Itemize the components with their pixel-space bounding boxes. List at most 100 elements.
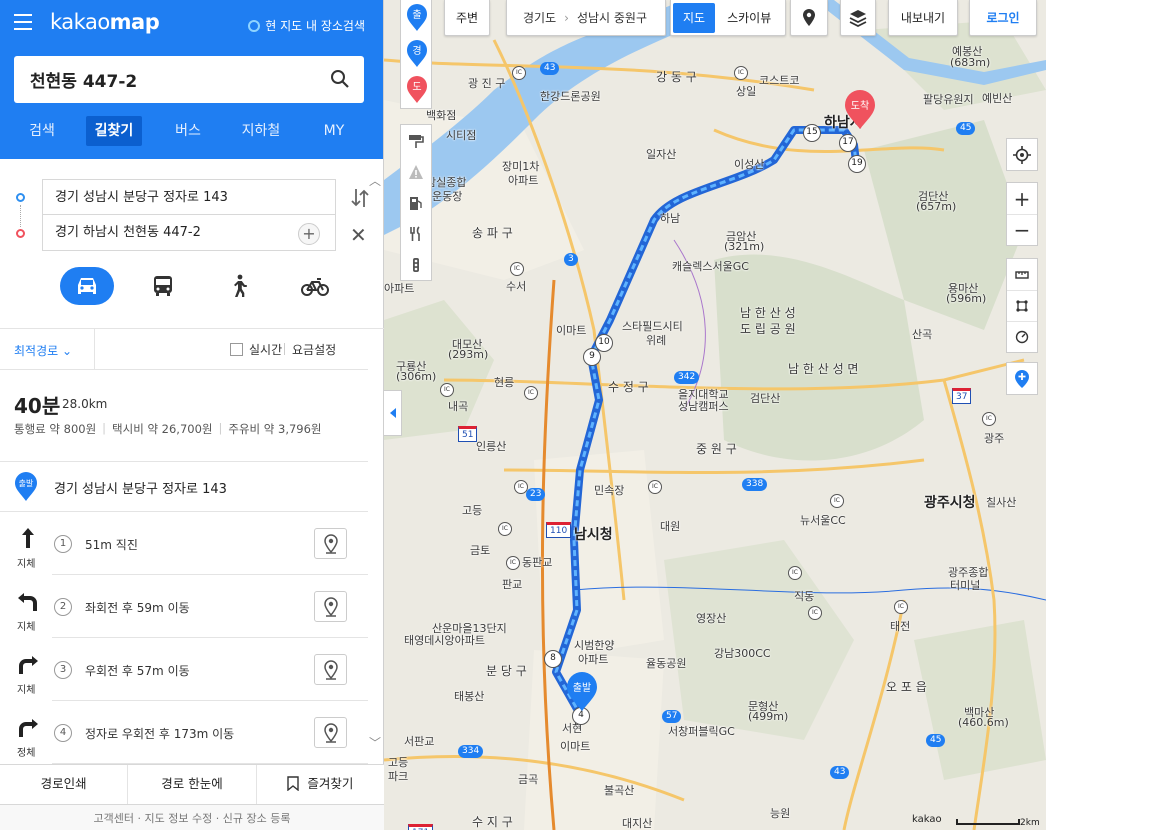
map-place-label[interactable]: 팔당유원지 <box>923 91 974 107</box>
map-place-label[interactable]: (306m) <box>396 370 436 383</box>
map-place-label[interactable]: 동판교 <box>522 554 552 570</box>
map-place-label[interactable]: 이성산 <box>734 156 764 172</box>
map-place-label[interactable]: 영장산 <box>696 610 726 626</box>
app-logo[interactable]: kakaomap <box>50 10 160 34</box>
zoom-in-button[interactable]: + <box>1007 183 1037 214</box>
map-place-label[interactable]: 상일 <box>736 83 756 99</box>
map-place-label[interactable]: 현릉 <box>494 374 514 390</box>
map-view-button[interactable]: 지도 <box>673 2 716 33</box>
skyview-button[interactable]: 스카이뷰 <box>717 1 781 35</box>
map-place-label[interactable]: 산곡 <box>912 326 932 342</box>
scroll-down-icon[interactable]: ﹀ <box>369 734 381 751</box>
map-place-label[interactable]: 이마트 <box>560 738 590 754</box>
via-pin-button[interactable]: 경 <box>401 36 433 72</box>
roadview-toggle[interactable] <box>790 0 828 36</box>
map-place-label[interactable]: 남 한 산 성 <box>740 304 796 321</box>
route-overview-button[interactable]: 경로 한눈에 <box>128 765 257 804</box>
map-place-label[interactable]: 시티점 <box>446 127 476 143</box>
map-place-label[interactable]: 내곡 <box>448 398 468 414</box>
ruler-button[interactable] <box>1007 259 1037 290</box>
map-place-label[interactable]: 불곡산 <box>604 782 634 798</box>
map-place-label[interactable]: 중 원 구 <box>696 440 737 457</box>
tab-search[interactable]: 검색 <box>13 116 71 146</box>
map-place-label[interactable]: 터미널 <box>950 577 980 593</box>
destination-input[interactable]: 경기 하남시 천현동 447-2 <box>42 215 336 251</box>
mode-bus-button[interactable] <box>136 267 190 305</box>
radius-button[interactable] <box>1007 321 1037 352</box>
map-place-label[interactable]: 남 한 산 성 면 <box>788 360 858 377</box>
route-step-marker[interactable]: 17 <box>839 134 857 152</box>
map-place-label[interactable]: 광주시청 <box>924 492 976 512</box>
swap-icon[interactable] <box>350 187 370 209</box>
map-place-label[interactable]: 율동공원 <box>646 655 686 671</box>
print-route-button[interactable]: 경로인쇄 <box>0 765 129 804</box>
map-place-label[interactable]: 파크 <box>388 768 408 784</box>
map-place-label[interactable]: 한강드론공원 <box>540 88 601 104</box>
mode-walk-button[interactable] <box>212 267 266 305</box>
map-place-label[interactable]: 송 파 구 <box>472 224 513 241</box>
tab-bus[interactable]: 버스 <box>160 116 216 146</box>
map-place-label[interactable]: 운동장 <box>432 188 462 204</box>
map-place-label[interactable]: (596m) <box>946 292 986 305</box>
gas-station-button[interactable] <box>401 187 431 218</box>
map-place-label[interactable]: (321m) <box>724 240 764 253</box>
map-place-label[interactable]: 민속장 <box>594 482 624 498</box>
realtime-checkbox[interactable]: 실시간 <box>230 341 282 358</box>
map-place-label[interactable]: 남시청 <box>574 524 613 544</box>
tab-my[interactable]: MY <box>306 116 362 146</box>
dest-pin-button[interactable]: 도 <box>401 72 433 108</box>
favorite-button[interactable]: 즐겨찾기 <box>257 765 384 804</box>
fee-settings-button[interactable]: 요금설정 <box>283 341 336 358</box>
start-pin-button[interactable]: 출 <box>401 0 433 36</box>
add-waypoint-button[interactable]: + <box>298 223 320 245</box>
collapse-panel-button[interactable] <box>384 390 402 436</box>
map-place-label[interactable]: 캐슬렉스서울GC <box>672 258 749 274</box>
map-place-label[interactable]: (657m) <box>916 200 956 213</box>
map-place-label[interactable]: (293m) <box>448 348 488 361</box>
tab-directions[interactable]: 길찾기 <box>86 116 142 146</box>
map-place-label[interactable]: 수 지 구 <box>472 813 513 830</box>
restaurant-button[interactable] <box>401 218 431 249</box>
roadview-button[interactable] <box>314 717 347 748</box>
traffic-light-button[interactable] <box>401 249 431 280</box>
map-place-label[interactable]: 예빈산 <box>982 90 1012 106</box>
map-place-label[interactable]: 강남300CC <box>714 645 771 661</box>
route-step-marker[interactable]: 15 <box>803 124 821 142</box>
map-place-label[interactable]: 광 진 구 <box>468 75 505 91</box>
map-place-label[interactable]: 아파트 <box>578 651 608 667</box>
export-button[interactable]: 내보내기 <box>888 0 958 36</box>
route-step-marker[interactable]: 8 <box>544 650 562 668</box>
route-step[interactable]: 정체 4 정자로 우회전 후 173m 이동 <box>0 701 368 764</box>
map-place-label[interactable]: 직동 <box>794 588 814 604</box>
add-place-button[interactable] <box>1007 363 1037 394</box>
map-place-label[interactable]: 강 동 구 <box>656 68 697 85</box>
map-place-label[interactable]: 아파트 <box>508 172 538 188</box>
map-place-label[interactable]: 서창퍼블릭GC <box>668 723 735 739</box>
close-icon[interactable]: ✕ <box>350 225 367 245</box>
map-place-label[interactable]: 고등 <box>462 502 482 518</box>
map-place-label[interactable]: 인릉산 <box>476 438 506 454</box>
search-in-map-toggle[interactable]: 현 지도 내 장소검색 <box>248 17 365 34</box>
map-place-label[interactable]: (460.6m) <box>958 716 1009 729</box>
map-place-label[interactable]: 오 포 읍 <box>886 678 927 695</box>
map-place-label[interactable]: (683m) <box>950 56 990 69</box>
layers-button[interactable] <box>840 0 876 36</box>
route-step-marker[interactable]: 19 <box>848 155 866 173</box>
search-input[interactable] <box>30 69 320 90</box>
roadview-button[interactable] <box>314 654 347 685</box>
route-step[interactable]: 지체 2 좌회전 후 59m 이동 <box>0 575 368 638</box>
map-place-label[interactable]: (499m) <box>748 710 788 723</box>
area-button[interactable] <box>1007 290 1037 321</box>
map-place-label[interactable]: 대원 <box>660 518 680 534</box>
map-place-label[interactable]: 분 당 구 <box>486 662 527 679</box>
map-place-label[interactable]: 아파트 <box>384 280 414 296</box>
map-place-label[interactable]: 태전 <box>890 618 910 634</box>
map-place-label[interactable]: 서판교 <box>404 733 434 749</box>
map-place-label[interactable]: 일자산 <box>646 146 676 162</box>
tab-subway[interactable]: 지하철 <box>233 116 289 146</box>
map-place-label[interactable]: 백화점 <box>426 107 456 123</box>
menu-icon[interactable] <box>14 14 32 30</box>
breadcrumb-region-1[interactable]: 경기도 <box>523 9 556 26</box>
map-place-label[interactable]: 하남 <box>660 210 680 226</box>
route-step[interactable]: 지체 3 우회전 후 57m 이동 <box>0 638 368 701</box>
